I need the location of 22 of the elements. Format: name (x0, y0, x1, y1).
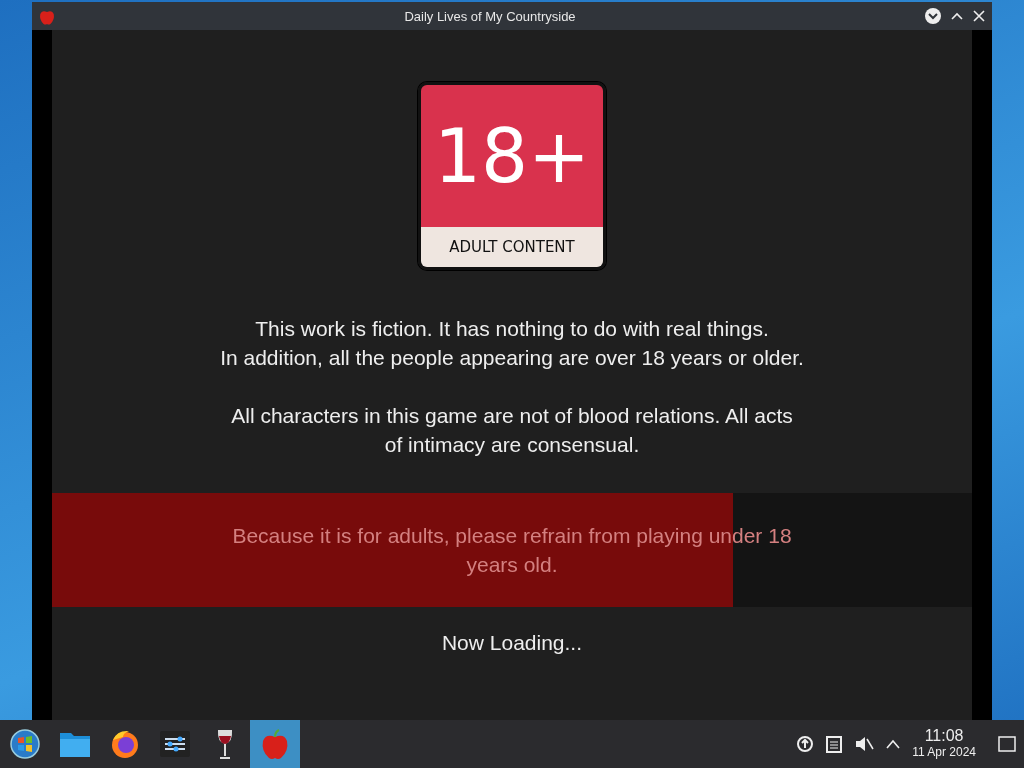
clock-time: 11:08 (924, 728, 964, 744)
wine-glass-icon[interactable] (216, 728, 234, 760)
folder-icon[interactable] (59, 730, 91, 758)
chevron-up-icon[interactable] (886, 739, 901, 749)
show-desktop-icon[interactable] (998, 736, 1016, 752)
disclaimer-text: All characters in this game are not of blood relations. All acts of intimacy are consensual. (230, 403, 794, 458)
window-title: Daily Lives of My Countryside (403, 8, 577, 24)
clock[interactable]: 11:08 11 Apr 2024 (912, 728, 976, 760)
sliders-icon[interactable] (160, 731, 190, 757)
start-orb-icon[interactable] (9, 728, 41, 760)
close-icon[interactable] (972, 9, 986, 23)
loading-text: Now Loading... (441, 631, 583, 655)
clock-date: 11 Apr 2024 (912, 744, 976, 760)
disclaimer-text: This work is fiction. It has nothing to do with real things. In addition, all the people appearing are over 18 years or older. (220, 316, 804, 371)
speaker-muted-icon[interactable] (854, 735, 875, 753)
age-rating: 18+ (421, 85, 603, 227)
clipboard-icon[interactable] (826, 735, 843, 753)
browser-icon[interactable] (109, 728, 141, 760)
network-icon[interactable] (796, 735, 815, 753)
badge-label: ADULT CONTENT (421, 227, 603, 267)
age-warning: Because it is for adults, please refrain from playing under 18 years old. (232, 523, 792, 578)
minimize-icon[interactable] (924, 7, 942, 25)
